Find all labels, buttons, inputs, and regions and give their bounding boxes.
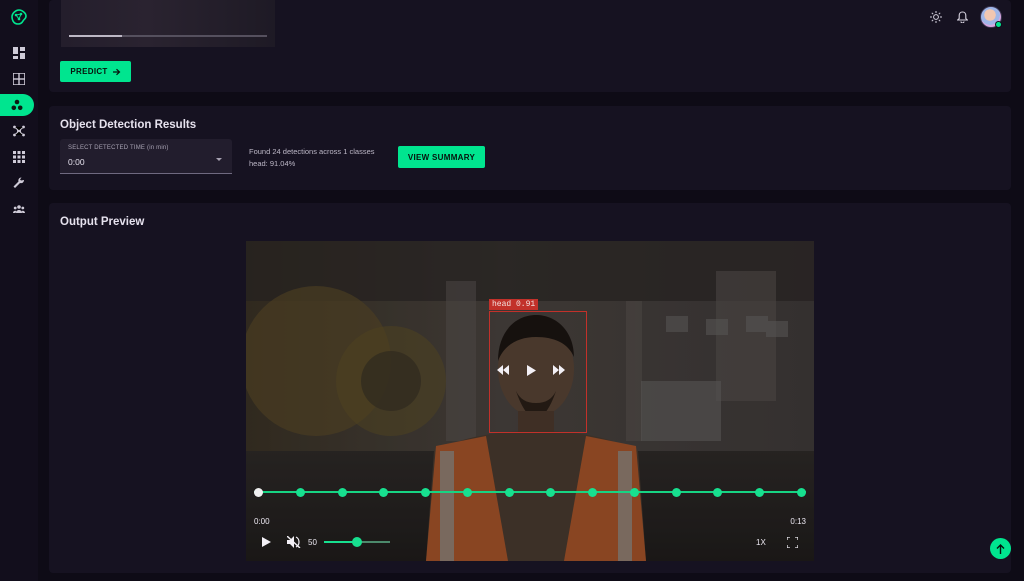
arrow-right-icon [112,68,120,75]
sidebar [0,0,38,581]
play-icon[interactable] [526,364,536,376]
timeline-marker[interactable] [629,487,639,497]
theme-toggle-button[interactable] [928,9,944,25]
timeline-marker[interactable] [671,487,681,497]
scroll-to-top-button[interactable] [990,538,1011,559]
team-icon [13,205,25,213]
detection-results-card: Object Detection Results SELECT DETECTED… [49,106,1011,190]
sidebar-item-apps[interactable] [0,146,38,168]
timeline-marker[interactable] [755,487,765,497]
play-button[interactable] [262,533,271,551]
apps-icon [13,151,25,163]
video-player[interactable]: head 0.91 0:00 0:13 50 1X [246,241,814,561]
detection-summary-text: Found 24 detections across 1 classes hea… [249,146,375,170]
detected-time-select-label: SELECT DETECTED TIME (in min) [68,145,169,151]
bell-icon [956,11,968,23]
upload-card: PREDICT [49,0,1011,92]
theme-toggle-icon [930,11,942,23]
sidebar-item-grid[interactable] [0,68,38,90]
results-title: Object Detection Results [60,119,197,131]
timeline-marker[interactable] [295,487,305,497]
online-status-dot [995,21,1002,28]
total-duration: 0:13 [790,517,806,526]
timeline-marker[interactable] [797,487,806,497]
detected-time-select[interactable]: SELECT DETECTED TIME (in min) 0:00 [60,139,232,174]
app-logo[interactable] [9,8,29,26]
detection-timeline[interactable] [254,487,806,497]
wrench-icon [13,177,25,188]
sidebar-item-team[interactable] [0,198,38,220]
sidebar-item-object-detection[interactable] [0,94,34,116]
timeline-marker[interactable] [462,487,472,497]
timeline-marker[interactable] [337,487,347,497]
network-icon [13,125,25,137]
timeline-marker[interactable] [713,487,723,497]
preview-title: Output Preview [60,216,145,228]
predict-button[interactable]: PREDICT [60,61,131,82]
timeline-marker[interactable] [254,487,263,497]
timeline-marker[interactable] [504,487,514,497]
thumbnail-progress [69,35,267,37]
class-confidence-text: head: 91.04% [249,159,296,168]
center-playback-controls [496,363,566,377]
detection-label: head 0.91 [489,299,539,310]
timeline-marker[interactable] [588,487,598,497]
mute-button[interactable] [287,533,301,551]
detection-count-text: Found 24 detections across 1 classes [249,147,375,156]
timeline-marker[interactable] [421,487,431,497]
play-icon [262,537,271,547]
avatar[interactable] [980,6,1002,28]
volume-muted-icon [287,536,301,548]
object-detection-icon [11,99,23,111]
predict-button-label: PREDICT [70,67,108,76]
timeline-marker[interactable] [379,487,389,497]
sidebar-item-network[interactable] [0,120,38,142]
playback-speed[interactable]: 1X [756,533,766,551]
main-content: PREDICT Object Detection Results SELECT … [38,0,1024,581]
grid-icon [13,73,25,85]
notifications-button[interactable] [954,9,970,25]
rewind-icon[interactable] [496,365,510,375]
topbar-icons [928,6,1002,28]
volume-slider-knob[interactable] [352,537,362,547]
fullscreen-button[interactable] [787,533,798,551]
input-video-thumbnail[interactable] [61,0,275,47]
detected-time-select-value: 0:00 [68,157,85,167]
volume-value: 50 [308,537,317,547]
current-time: 0:00 [254,517,270,526]
fast-forward-icon[interactable] [552,365,566,375]
output-preview-card: Output Preview head 0.91 0:00 0:13 50 1X [49,203,1011,573]
arrow-up-icon [996,543,1005,554]
timeline-marker[interactable] [546,487,556,497]
chevron-down-icon [216,158,222,161]
bottom-controls: 50 1X [260,533,800,551]
thumbnail-progress-fill [69,35,123,37]
dashboard-icon [13,47,25,59]
sidebar-item-tools[interactable] [0,172,38,194]
fullscreen-icon [787,536,798,548]
view-summary-button[interactable]: VIEW SUMMARY [398,146,485,168]
sidebar-item-dashboard[interactable] [0,42,38,64]
